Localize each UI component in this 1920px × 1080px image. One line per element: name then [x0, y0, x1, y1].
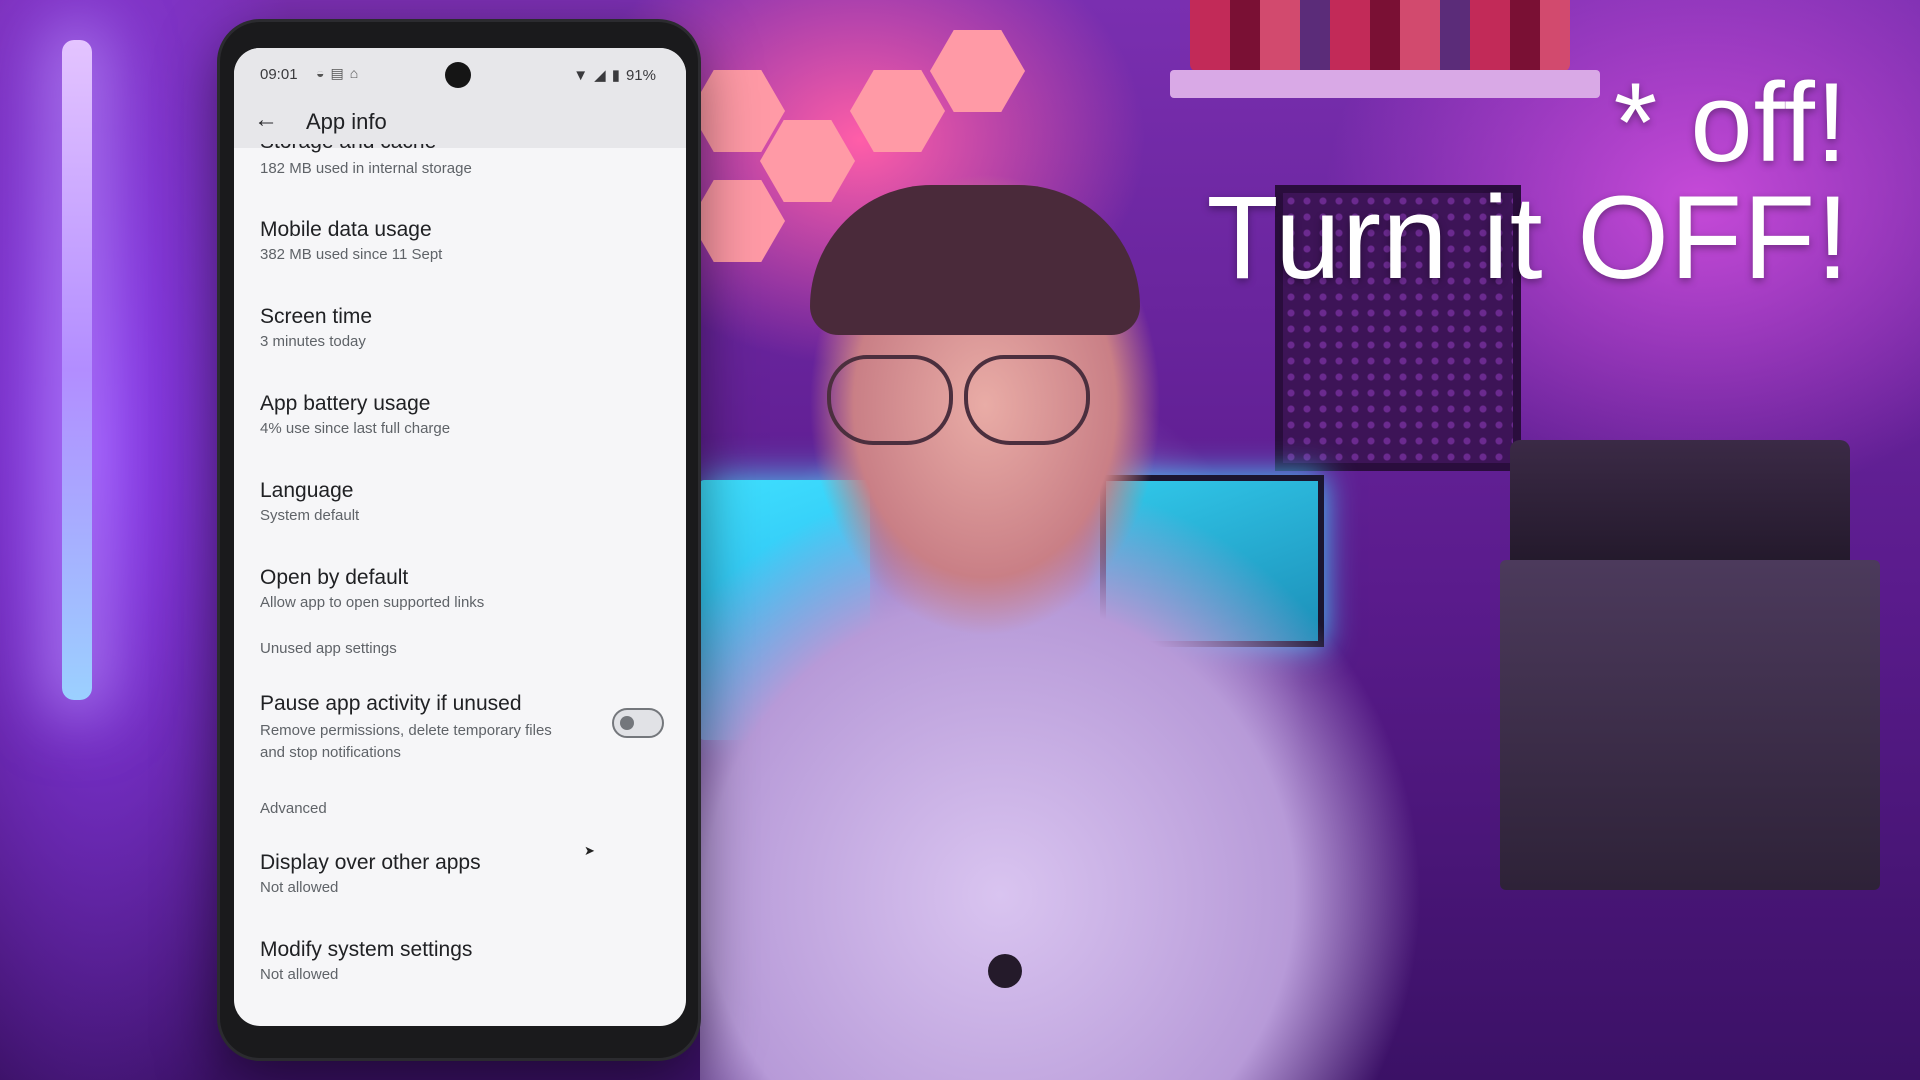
list-item-display-over-apps[interactable]: Display over other apps Not allowed [234, 851, 686, 937]
list-item-mobile-data[interactable]: Mobile data usage 382 MB used since 11 S… [234, 218, 686, 304]
front-camera [445, 62, 471, 88]
glasses-lens-right [964, 355, 1090, 445]
item-title: Language [260, 479, 354, 502]
item-title: Open by default [260, 566, 409, 589]
item-subtitle: 3 minutes today [260, 333, 366, 350]
wifi-icon: ▼ [573, 67, 589, 84]
pause-activity-title[interactable]: Pause app activity if unused [260, 692, 522, 716]
section-header-unused: Unused app settings [260, 640, 397, 657]
overlay-caption-line2: Turn it OFF! [1206, 172, 1850, 304]
app-bar: ← App info [234, 92, 686, 148]
page-title: App info [306, 109, 387, 134]
filament-spools [1190, 0, 1570, 72]
shelf [1170, 70, 1600, 98]
notification-icons: ◒▤⌂ [316, 65, 364, 82]
item-title: Modify system settings [260, 938, 473, 961]
overlay-caption-line1: * off! [1613, 60, 1848, 185]
item-title: Display over other apps [260, 851, 481, 874]
status-time: 09:01 [260, 66, 298, 83]
item-subtitle: System default [260, 507, 360, 524]
message-icon: ▤ [330, 65, 350, 81]
battery-percent: 91% [625, 67, 656, 84]
list-item-screen-time[interactable]: Screen time 3 minutes today [234, 305, 686, 391]
status-bar: 09:01 ◒▤⌂ ▼ ◢ ▮ 91% [234, 48, 686, 92]
status-right: ▼ ◢ ▮ 91% [567, 66, 656, 84]
battery-icon: ▮ [611, 67, 620, 84]
section-header-advanced: Advanced [260, 800, 327, 817]
printer-enclosure [1500, 560, 1880, 890]
storage-subtitle: 182 MB used in internal storage [260, 160, 472, 177]
led-light-strip [62, 40, 92, 700]
list-item-battery-usage[interactable]: App battery usage 4% use since last full… [234, 392, 686, 478]
item-subtitle: Not allowed [260, 879, 339, 896]
list-item-modify-system-settings[interactable]: Modify system settings Not allowed [234, 938, 686, 1024]
item-title: Screen time [260, 305, 373, 328]
item-title: Mobile data usage [260, 218, 432, 241]
pause-activity-toggle[interactable] [612, 708, 664, 738]
back-arrow-icon[interactable]: ← [252, 106, 280, 134]
phone-frame: 09:01 ◒▤⌂ ▼◢▮91% ← App info Storage and … [220, 22, 698, 1058]
list-item-language[interactable]: Language System default [234, 479, 686, 565]
home-icon: ⌂ [349, 65, 365, 81]
item-title: App battery usage [260, 392, 431, 415]
shirt-logo [988, 954, 1022, 988]
item-subtitle: Allow app to open supported links [260, 594, 485, 611]
glasses-lens-left [827, 355, 953, 445]
phone-screen: 09:01 ◒▤⌂ ▼◢▮91% ← App info Storage and … [234, 48, 686, 1026]
item-subtitle: 382 MB used since 11 Sept [260, 246, 443, 263]
toggle-knob [620, 716, 634, 730]
item-subtitle: 4% use since last full charge [260, 420, 451, 437]
signal-icon: ◢ [594, 67, 606, 84]
item-subtitle: Not allowed [260, 966, 339, 983]
printer-enclosure-top [1510, 440, 1850, 570]
pause-activity-subtitle: Remove permissions, delete temporary fil… [260, 722, 552, 761]
shield-icon: ◒ [316, 65, 331, 81]
